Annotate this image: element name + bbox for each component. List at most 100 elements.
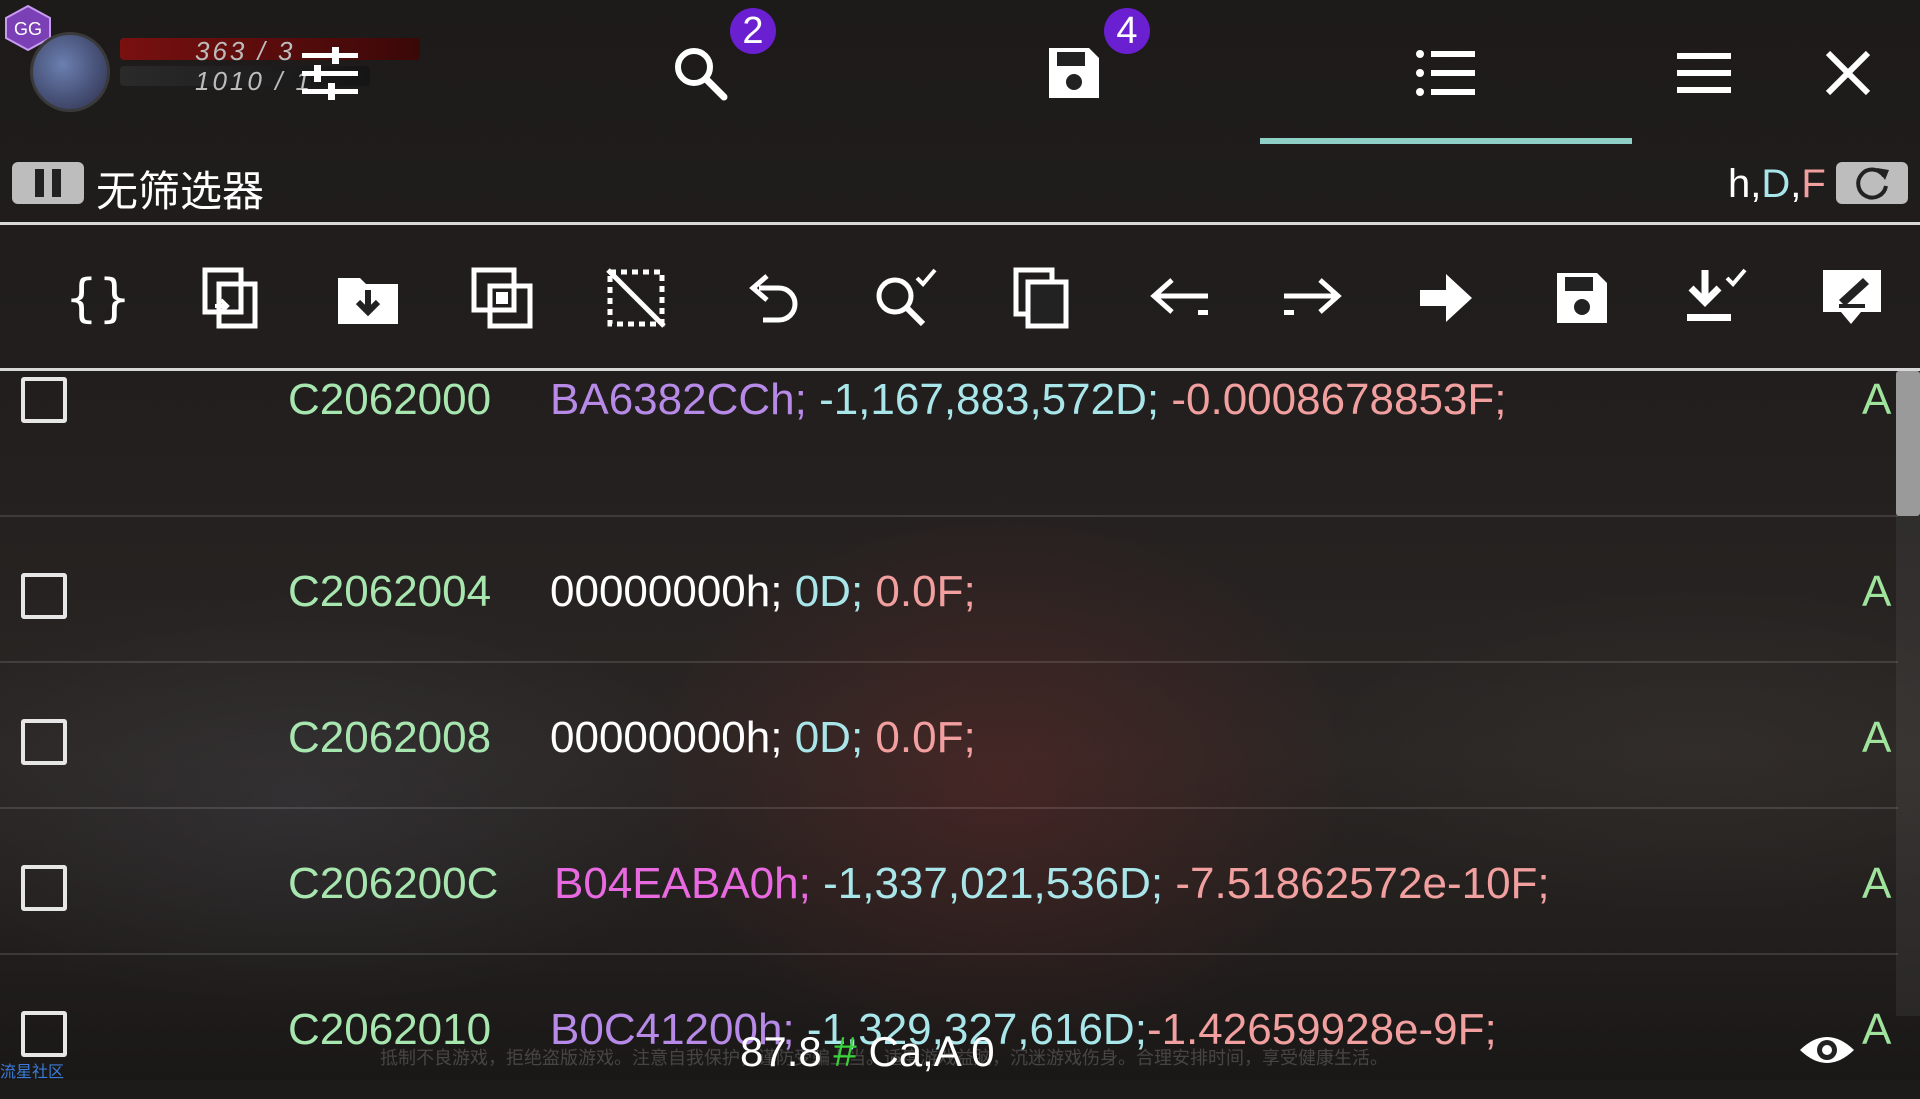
type-f: F (1801, 162, 1826, 206)
floppy-icon (1557, 273, 1607, 323)
filter-bar: 无筛选器 h,D,F (0, 150, 1920, 222)
search-check-button[interactable] (866, 258, 946, 338)
deselect-button[interactable] (596, 258, 676, 338)
refresh-icon (1856, 167, 1889, 200)
row-flag: A (1862, 713, 1892, 762)
select-button[interactable] (462, 258, 542, 338)
game-hud: GG 363 / 3 1010 / 1 (0, 0, 540, 120)
speed-value: 87.8 (740, 1028, 822, 1075)
copy-button[interactable] (191, 258, 271, 338)
close-icon (1825, 50, 1871, 96)
search-icon (675, 48, 728, 101)
edit-selected-button[interactable] (1812, 258, 1892, 338)
type-sep: , (1790, 162, 1802, 206)
memory-editor-tab[interactable] (1405, 38, 1485, 108)
hash-mark: # (833, 1028, 857, 1075)
community-watermark: 流星社区 (0, 1064, 65, 1081)
row-values[interactable]: BA6382CCh; -1,167,883,572D; -0.000867885… (550, 375, 1507, 425)
sliders-icon (302, 47, 358, 100)
row-float: -7.51862572e-10F; (1175, 859, 1550, 908)
row-checkbox[interactable] (21, 1011, 67, 1057)
refresh-button[interactable] (1836, 162, 1908, 204)
avatar[interactable] (30, 32, 110, 112)
table-row[interactable]: C2062010 B0C41200h; -1,329,327,616D;-1.4… (0, 955, 1898, 1099)
pause-button[interactable] (12, 162, 84, 204)
row-flag: A (1862, 375, 1892, 424)
scrollbar-thumb[interactable] (1896, 371, 1920, 516)
settings-button[interactable] (290, 38, 370, 108)
value-types[interactable]: h,D,F (1728, 162, 1826, 207)
row-address: C2062000 (288, 375, 492, 424)
hamburger-icon (1677, 53, 1731, 93)
type-d: D (1761, 162, 1791, 206)
arrow-left-icon (1150, 278, 1208, 315)
row-checkbox[interactable] (21, 865, 67, 911)
import-button[interactable] (1676, 258, 1756, 338)
arrow-solid-right-icon (1420, 274, 1472, 322)
row-hex: B04EABA0h; (554, 859, 811, 908)
load-button[interactable] (328, 258, 408, 338)
scroll-track[interactable] (1896, 516, 1920, 1016)
row-hex: 00000000h; (550, 713, 783, 762)
back-button[interactable] (1140, 258, 1220, 338)
status-bar: 87.8 # Ca,A 0 (740, 1028, 995, 1076)
row-checkbox[interactable] (21, 377, 67, 423)
list-icon (1416, 50, 1475, 96)
folder-download-icon (338, 278, 398, 324)
visibility-button[interactable] (1798, 1030, 1856, 1075)
search-check-icon (876, 268, 937, 327)
search-button[interactable] (660, 38, 740, 108)
table-row[interactable]: C2062000 BA6382CCh; -1,167,883,572D; -0.… (0, 371, 1898, 517)
row-hex: BA6382CCh; (550, 375, 807, 424)
row-values[interactable]: B04EABA0h; -1,337,021,536D; -7.51862572e… (554, 859, 1550, 909)
arrow-right-icon (1284, 278, 1342, 315)
save-button[interactable] (1542, 258, 1622, 338)
undo-icon (749, 274, 798, 323)
tool-row: {} (0, 226, 1920, 368)
active-tab-indicator (1260, 138, 1632, 144)
row-float: -0.0008678853F; (1171, 375, 1507, 424)
hp-text: 363 / 3 (195, 36, 296, 66)
copy-arrow-icon (202, 267, 258, 329)
top-bar: GG 363 / 3 1010 / 1 2 4 (0, 0, 1920, 148)
edit-box-icon (1823, 270, 1881, 324)
undo-button[interactable] (733, 258, 813, 338)
close-button[interactable] (1808, 38, 1888, 108)
row-float: 0.0F; (875, 713, 976, 762)
row-float: 0.0F; (875, 567, 976, 616)
saved-list-button[interactable] (1034, 38, 1114, 108)
row-address: C2062004 (288, 567, 492, 616)
row-checkbox[interactable] (21, 573, 67, 619)
duplicate-button[interactable] (1002, 258, 1082, 338)
filter-label[interactable]: 无筛选器 (96, 158, 264, 219)
deselect-icon (606, 268, 666, 328)
table-row[interactable]: C2062004 00000000h; 0D; 0.0F; A (0, 517, 1898, 663)
goto-button[interactable] (1406, 258, 1486, 338)
row-values[interactable]: 00000000h; 0D; 0.0F; (550, 713, 976, 763)
results-list: C2062000 BA6382CCh; -1,167,883,572D; -0.… (0, 371, 1898, 1099)
row-dword: -1,337,021,536D; (823, 859, 1164, 908)
table-row[interactable]: C2062008 00000000h; 0D; 0.0F; A (0, 663, 1898, 809)
region-types: Ca,A (868, 1028, 960, 1075)
row-dword: 0D; (794, 713, 864, 762)
row-flag: A (1862, 859, 1892, 908)
download-check-icon (1687, 268, 1747, 321)
menu-button[interactable] (1664, 38, 1744, 108)
row-address: C206200C (288, 859, 499, 908)
pause-icon-bar (52, 169, 61, 197)
type-h: h (1728, 162, 1751, 206)
braces-icon: {} (68, 269, 128, 328)
edit-values-button[interactable]: {} (58, 258, 138, 338)
row-values[interactable]: 00000000h; 0D; 0.0F; (550, 567, 976, 617)
row-checkbox[interactable] (21, 719, 67, 765)
eye-icon (1800, 1037, 1854, 1063)
save-icon (1049, 48, 1099, 98)
row-flag: A (1862, 567, 1892, 616)
row-dword: -1,167,883,572D; (819, 375, 1160, 424)
row-address: C2062008 (288, 713, 492, 762)
type-sep: , (1750, 162, 1762, 206)
select-icon (471, 267, 533, 329)
row-flag: A (1862, 1005, 1892, 1054)
table-row[interactable]: C206200C B04EABA0h; -1,337,021,536D; -7.… (0, 809, 1898, 955)
forward-button[interactable] (1272, 258, 1352, 338)
